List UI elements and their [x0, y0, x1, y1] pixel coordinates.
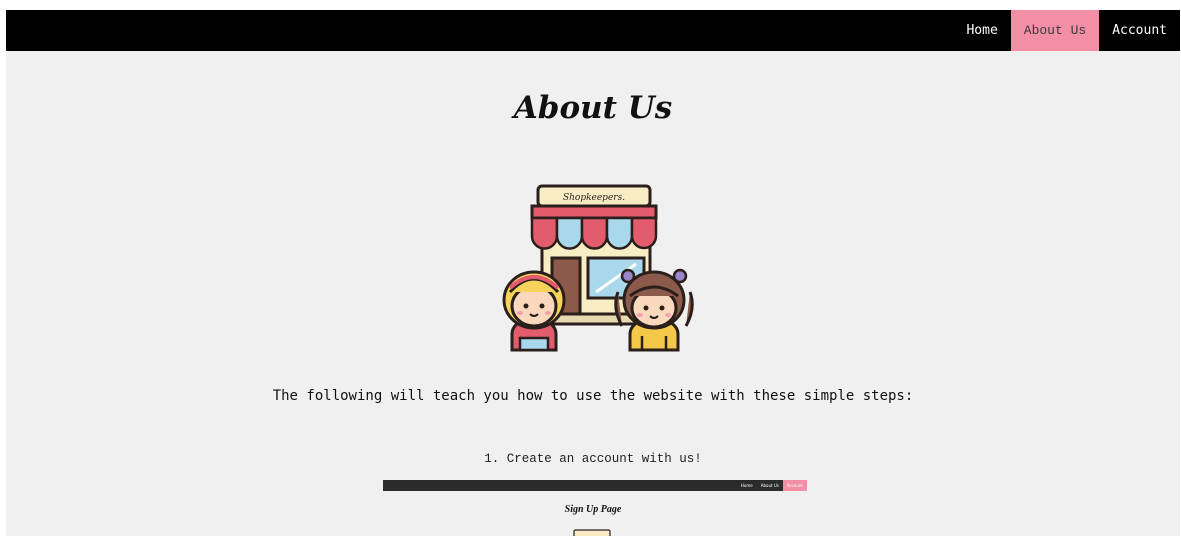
top-navbar: Home About Us Account [6, 10, 1180, 51]
nav-links: Home About Us Account [953, 10, 1180, 51]
nav-link-about-us[interactable]: About Us [1010, 10, 1100, 51]
screenshot-nav-home: Home [740, 483, 753, 488]
page: Home About Us Account About Us Shopkeepe… [6, 10, 1180, 536]
kid-right-icon [614, 268, 694, 352]
shopkeepers-illustration: Shopkeepers. [502, 184, 694, 352]
screenshot-nav-account: Account [782, 480, 807, 491]
intro-text: The following will teach you how to use … [272, 388, 914, 404]
kid-left-icon [502, 270, 566, 352]
step-1-text: 1. Create an account with us! [484, 452, 702, 466]
screenshot-nav-about-us: About Us [760, 483, 779, 488]
nav-link-home[interactable]: Home [953, 10, 1010, 51]
step-1-screenshot-shop-icon [573, 529, 611, 536]
nav-link-account[interactable]: Account [1099, 10, 1180, 51]
step-1-screenshot-navbar: Home About Us Account [383, 480, 807, 491]
shop-sign-text: Shopkeepers. [563, 193, 625, 203]
page-title: About Us [513, 90, 673, 126]
step-1-screenshot-caption: Sign Up Page [564, 504, 622, 515]
step-1-screenshot-nav-links: Home About Us Account [737, 480, 807, 491]
